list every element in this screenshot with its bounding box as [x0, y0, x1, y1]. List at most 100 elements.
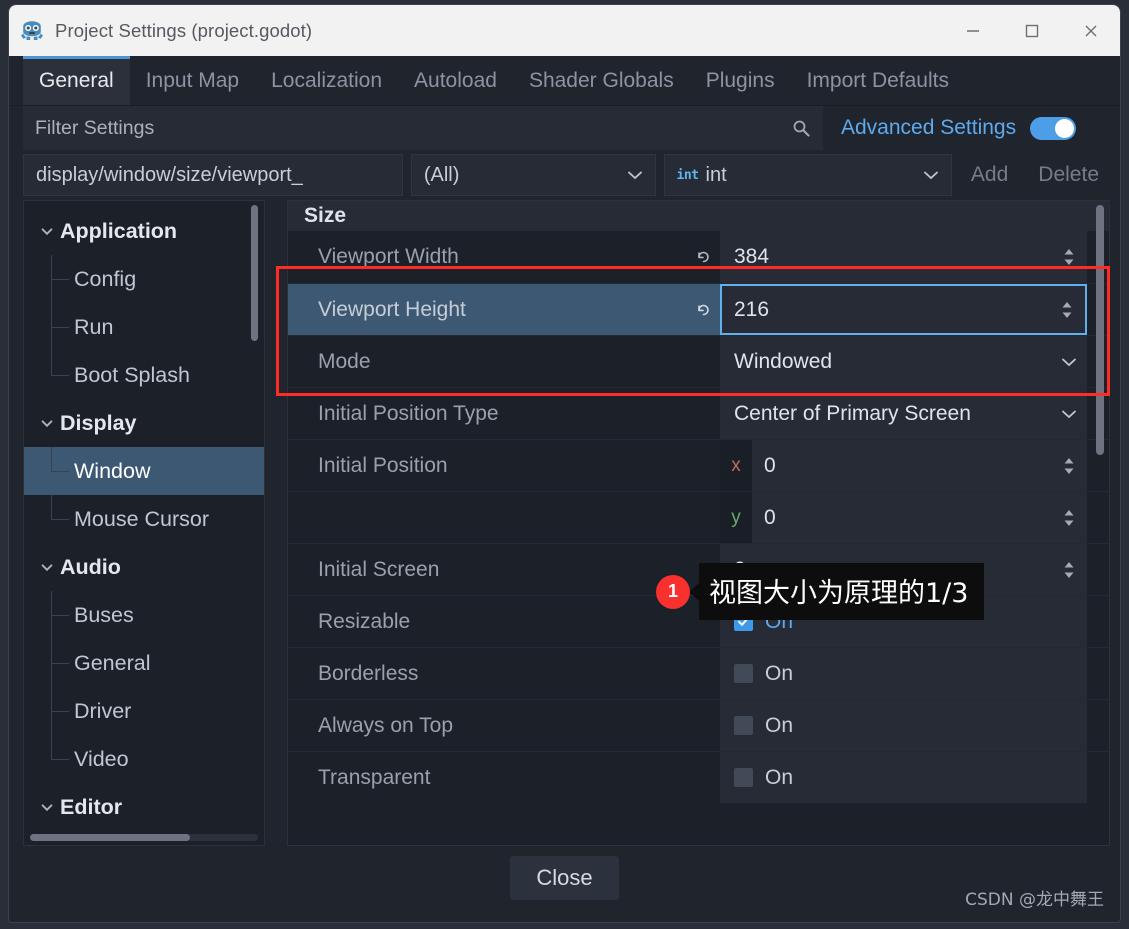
tree-guide [51, 759, 69, 760]
initial-position-x-input[interactable]: x 0 [720, 440, 1087, 491]
property-row-always-on-top[interactable]: Always on Top On [288, 699, 1109, 751]
property-label: Initial Position Type [318, 401, 499, 425]
property-value: On [765, 765, 794, 789]
tree-vertical-scrollbar[interactable] [251, 205, 258, 341]
tree-label: Mouse Cursor [74, 506, 210, 531]
tree-item-general[interactable]: General [24, 639, 264, 687]
tree-item-driver[interactable]: Driver [24, 687, 264, 735]
revert-spacer [686, 440, 720, 491]
spinner-arrows-icon[interactable] [1061, 246, 1077, 268]
checkbox-unchecked-icon[interactable] [734, 768, 753, 787]
property-row-transparent[interactable]: Transparent On [288, 751, 1109, 803]
dialog-footer: Close CSDN @龙中舞王 [9, 846, 1120, 922]
tree-label: Config [74, 266, 137, 291]
property-row-initial-position[interactable]: Initial Position x 0 [288, 439, 1109, 491]
tree-label: Buses [74, 602, 134, 627]
property-value: 0 [764, 453, 776, 477]
property-list: Size Viewport Width 384 Viewport Height … [287, 200, 1110, 846]
tab-shader-globals[interactable]: Shader Globals [513, 56, 690, 105]
spinner-arrows-icon[interactable] [1059, 299, 1075, 321]
property-row-initial-position-y[interactable]: y 0 [288, 491, 1109, 543]
property-value: On [765, 661, 794, 685]
tab-plugins[interactable]: Plugins [690, 56, 791, 105]
window-controls [943, 5, 1120, 56]
viewport-width-input[interactable]: 384 [720, 231, 1087, 283]
spinner-arrows-icon[interactable] [1061, 559, 1077, 581]
feature-select[interactable]: (All) [410, 154, 656, 196]
property-row-viewport-width[interactable]: Viewport Width 384 [288, 231, 1109, 283]
tab-label: Shader Globals [528, 68, 674, 92]
tab-localization[interactable]: Localization [255, 56, 398, 105]
watermark: CSDN @龙中舞王 [965, 890, 1104, 910]
property-value: 0 [764, 505, 776, 529]
chevron-down-icon [41, 420, 53, 428]
tree-item-boot-splash[interactable]: Boot Splash [24, 351, 264, 399]
chevron-down-icon [627, 171, 642, 180]
advanced-settings-control[interactable]: Advanced Settings [823, 106, 1120, 150]
tree-category-display[interactable]: Display [24, 399, 264, 447]
checkbox-unchecked-icon[interactable] [734, 664, 753, 683]
tree-label: Display [60, 410, 137, 435]
filter-placeholder: Filter Settings [35, 116, 155, 139]
tree-item-buses[interactable]: Buses [24, 591, 264, 639]
property-row-viewport-height[interactable]: Viewport Height 216 [288, 283, 1109, 335]
annotation-callout: 1 视图大小为原理的1/3 [656, 563, 985, 620]
viewport-height-input[interactable]: 216 [720, 284, 1087, 335]
title-bar: Project Settings (project.godot) [9, 5, 1120, 56]
mode-select[interactable]: Windowed [720, 336, 1087, 387]
revert-icon[interactable] [686, 231, 720, 283]
delete-button[interactable]: Delete [1027, 163, 1110, 187]
filter-settings-input[interactable]: Filter Settings [23, 106, 823, 150]
tab-input-map[interactable]: Input Map [130, 56, 255, 105]
property-label: Viewport Width [318, 245, 459, 268]
tab-import-defaults[interactable]: Import Defaults [791, 56, 965, 105]
revert-icon[interactable] [686, 284, 720, 335]
initial-position-y-input[interactable]: y 0 [720, 492, 1087, 543]
chevron-down-icon [924, 171, 938, 180]
tree-guide [51, 375, 69, 376]
property-path-input[interactable]: display/window/size/viewport_ [23, 154, 403, 196]
tree-horizontal-scrollbar[interactable] [30, 834, 190, 841]
type-select[interactable]: int int [663, 154, 952, 196]
property-row-mode[interactable]: Mode Windowed [288, 335, 1109, 387]
property-row-borderless[interactable]: Borderless On [288, 647, 1109, 699]
tree-category-audio[interactable]: Audio [24, 543, 264, 591]
property-row-initial-position-type[interactable]: Initial Position Type Center of Primary … [288, 387, 1109, 439]
spinner-arrows-icon[interactable] [1061, 455, 1077, 477]
tab-general[interactable]: General [23, 56, 130, 105]
annotation-text: 视图大小为原理的1/3 [699, 563, 985, 620]
tree-category-editor[interactable]: Editor [24, 783, 264, 831]
property-label: Borderless [318, 661, 419, 685]
borderless-checkbox-cell[interactable]: On [720, 648, 1087, 699]
property-label: Viewport Height [288, 284, 686, 335]
axis-y-label: y [720, 492, 752, 543]
checkbox-unchecked-icon[interactable] [734, 716, 753, 735]
tab-autoload[interactable]: Autoload [398, 56, 513, 105]
project-settings-window: Project Settings (project.godot) General… [0, 0, 1129, 929]
tab-label: Localization [271, 68, 383, 92]
spinner-arrows-icon[interactable] [1061, 507, 1077, 529]
always-on-top-checkbox-cell[interactable]: On [720, 700, 1087, 751]
annotation-arrow [689, 582, 699, 601]
section-header-size: Size [288, 201, 1109, 231]
advanced-settings-toggle[interactable] [1030, 116, 1077, 140]
tree-category-application[interactable]: Application [24, 207, 264, 255]
property-list-scrollbar[interactable] [1096, 205, 1104, 455]
transparent-checkbox-cell[interactable]: On [720, 752, 1087, 803]
revert-spacer [686, 336, 720, 387]
minimize-button[interactable] [943, 5, 1002, 56]
settings-content: Application Config Run Boot Splash Displ… [9, 200, 1120, 846]
tree-item-video[interactable]: Video [24, 735, 264, 783]
tree-item-config[interactable]: Config [24, 255, 264, 303]
initial-position-type-select[interactable]: Center of Primary Screen [720, 388, 1087, 439]
maximize-button[interactable] [1002, 5, 1061, 56]
property-path-value: display/window/size/viewport_ [36, 163, 303, 186]
tree-item-run[interactable]: Run [24, 303, 264, 351]
add-button[interactable]: Add [960, 163, 1019, 187]
close-button[interactable] [1061, 5, 1120, 56]
close-dialog-button[interactable]: Close [510, 856, 619, 900]
tree-item-mouse-cursor[interactable]: Mouse Cursor [24, 495, 264, 543]
tree-guide [51, 447, 52, 471]
tree-item-window[interactable]: Window [24, 447, 264, 495]
search-icon [793, 120, 810, 137]
